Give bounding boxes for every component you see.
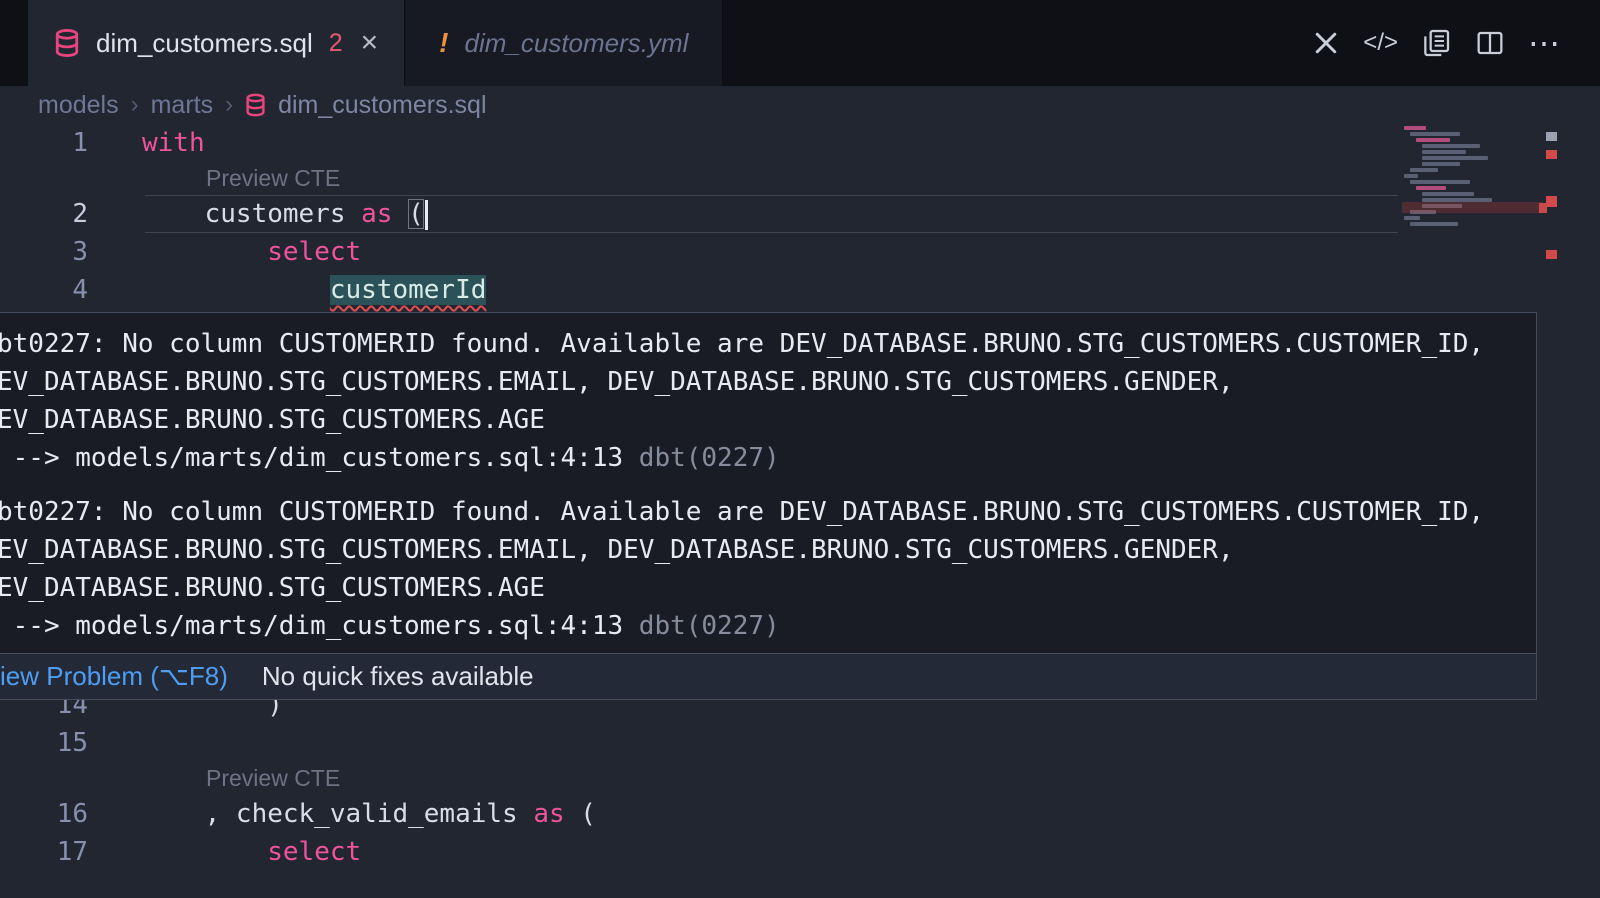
diagnostic-text-line: EV_DATABASE.BRUNO.STG_CUSTOMERS.EMAIL, D… xyxy=(0,363,1536,401)
code-content: with xyxy=(88,124,205,162)
minimap-code-line xyxy=(1422,156,1488,160)
code-content: customerId xyxy=(88,271,486,309)
codelens-preview-cte[interactable]: Preview CTE xyxy=(206,165,340,192)
line-number: 3 xyxy=(0,233,88,271)
code-content: select xyxy=(88,833,361,871)
split-editor-icon[interactable] xyxy=(1474,27,1506,59)
minimap-code-line xyxy=(1416,138,1450,142)
code-content xyxy=(88,724,142,762)
editor-line-1[interactable]: 1with xyxy=(0,124,1600,162)
tab-strip: dim_customers.sql 2 × ! dim_customers.ym… xyxy=(0,0,1600,86)
tab-dirty-count-badge: 2 xyxy=(329,29,343,58)
overview-ruler-mark xyxy=(1546,196,1557,207)
editor-line-3[interactable]: 3 select xyxy=(0,233,1600,271)
diagnostic-location-link[interactable]: --> models/marts/dim_customers.sql:4:13 xyxy=(0,611,623,641)
minimap-code-line xyxy=(1404,216,1420,220)
codelens-preview-cte[interactable]: Preview CTE xyxy=(206,765,340,792)
editor-line-15[interactable]: 15 xyxy=(0,724,1600,762)
breadcrumb-marts[interactable]: marts xyxy=(151,91,214,120)
minimap-code-line xyxy=(1410,222,1458,226)
tab-strip-empty-space xyxy=(723,0,1311,86)
tab-label: dim_customers.yml xyxy=(465,28,689,59)
editor-actions: </> ⋯ xyxy=(1311,0,1600,86)
minimap-code-line xyxy=(1422,144,1480,148)
minimap-code-line xyxy=(1422,150,1466,154)
copy-table-icon[interactable] xyxy=(1420,27,1452,59)
line-number: 17 xyxy=(0,833,88,871)
minimap-code-line xyxy=(1416,186,1446,190)
diagnostic-location-link[interactable]: --> models/marts/dim_customers.sql:4:13 xyxy=(0,443,623,473)
quick-fix-hint: No quick fixes available xyxy=(262,661,534,692)
error-hover-popup: bt0227: No column CUSTOMERID found. Avai… xyxy=(0,312,1537,700)
minimap[interactable] xyxy=(1402,126,1543,241)
codelens-row: Preview CTE xyxy=(0,162,1600,195)
error-token-customerid[interactable]: customerId xyxy=(330,275,487,305)
chevron-right-icon: › xyxy=(131,91,139,119)
diagnostic-source: dbt(0227) xyxy=(623,443,780,473)
breadcrumb-file[interactable]: dim_customers.sql xyxy=(278,91,486,120)
breadcrumb-models[interactable]: models xyxy=(38,91,119,120)
editor-line-17[interactable]: 17 select xyxy=(0,833,1600,871)
chevron-right-icon: › xyxy=(225,91,233,119)
diagnostic-text-line: bt0227: No column CUSTOMERID found. Avai… xyxy=(0,325,1536,363)
more-actions-icon[interactable]: ⋯ xyxy=(1528,24,1562,62)
code-content: select xyxy=(88,233,361,271)
text-cursor xyxy=(425,200,428,230)
overview-ruler-mark xyxy=(1546,250,1557,259)
line-number: 4 xyxy=(0,271,88,309)
dbt-power-user-icon[interactable] xyxy=(1311,28,1341,58)
minimap-code-line xyxy=(1404,126,1426,130)
database-icon xyxy=(54,28,80,58)
minimap-code-line xyxy=(1410,168,1438,172)
diagnostic-message: bt0227: No column CUSTOMERID found. Avai… xyxy=(0,325,1536,477)
line-number: 16 xyxy=(0,795,88,833)
minimap-code-line xyxy=(1410,132,1460,136)
line-number: 15 xyxy=(0,724,88,762)
overview-ruler-mark xyxy=(1546,150,1557,159)
diagnostic-message: bt0227: No column CUSTOMERID found. Avai… xyxy=(0,493,1536,645)
code-content: customers as ( xyxy=(88,195,428,233)
line-number: 2 xyxy=(0,195,88,233)
minimap-code-line xyxy=(1404,174,1418,178)
diagnostic-text-line: EV_DATABASE.BRUNO.STG_CUSTOMERS.AGE xyxy=(0,569,1536,607)
editor-line-2[interactable]: 2 customers as ( xyxy=(0,195,1600,233)
tab-dim-customers-sql[interactable]: dim_customers.sql 2 × xyxy=(28,0,404,86)
code-content: , check_valid_emails as ( xyxy=(88,795,596,833)
minimap-error-line-highlight xyxy=(1402,202,1543,213)
minimap-code-line xyxy=(1410,180,1470,184)
line-number: 1 xyxy=(0,124,88,162)
view-problem-link[interactable]: iew Problem (⌥F8) xyxy=(0,661,228,692)
compiled-code-icon[interactable]: </> xyxy=(1363,29,1398,57)
codelens-row: Preview CTE xyxy=(0,762,1600,795)
editor-line-16[interactable]: 16 , check_valid_emails as ( xyxy=(0,795,1600,833)
diagnostic-text-line: EV_DATABASE.BRUNO.STG_CUSTOMERS.AGE xyxy=(0,401,1536,439)
overview-ruler-mark xyxy=(1546,132,1557,141)
diagnostic-text-line: bt0227: No column CUSTOMERID found. Avai… xyxy=(0,493,1536,531)
hover-status-bar: iew Problem (⌥F8) No quick fixes availab… xyxy=(0,653,1536,699)
diagnostic-text-line: EV_DATABASE.BRUNO.STG_CUSTOMERS.EMAIL, D… xyxy=(0,531,1536,569)
database-icon xyxy=(245,93,266,117)
editor-line-4[interactable]: 4 customerId xyxy=(0,271,1600,309)
warning-icon: ! xyxy=(439,27,448,59)
tab-dim-customers-yml[interactable]: ! dim_customers.yml xyxy=(404,0,723,86)
minimap-code-line xyxy=(1422,162,1460,166)
close-tab-icon[interactable]: × xyxy=(361,28,379,58)
diagnostic-source: dbt(0227) xyxy=(623,611,780,641)
minimap-code-line xyxy=(1422,192,1474,196)
tab-label: dim_customers.sql xyxy=(96,28,313,59)
breadcrumb: models › marts › dim_customers.sql xyxy=(0,86,1600,124)
code-editor[interactable]: 1withPreview CTE2 customers as (3 select… xyxy=(0,124,1600,898)
